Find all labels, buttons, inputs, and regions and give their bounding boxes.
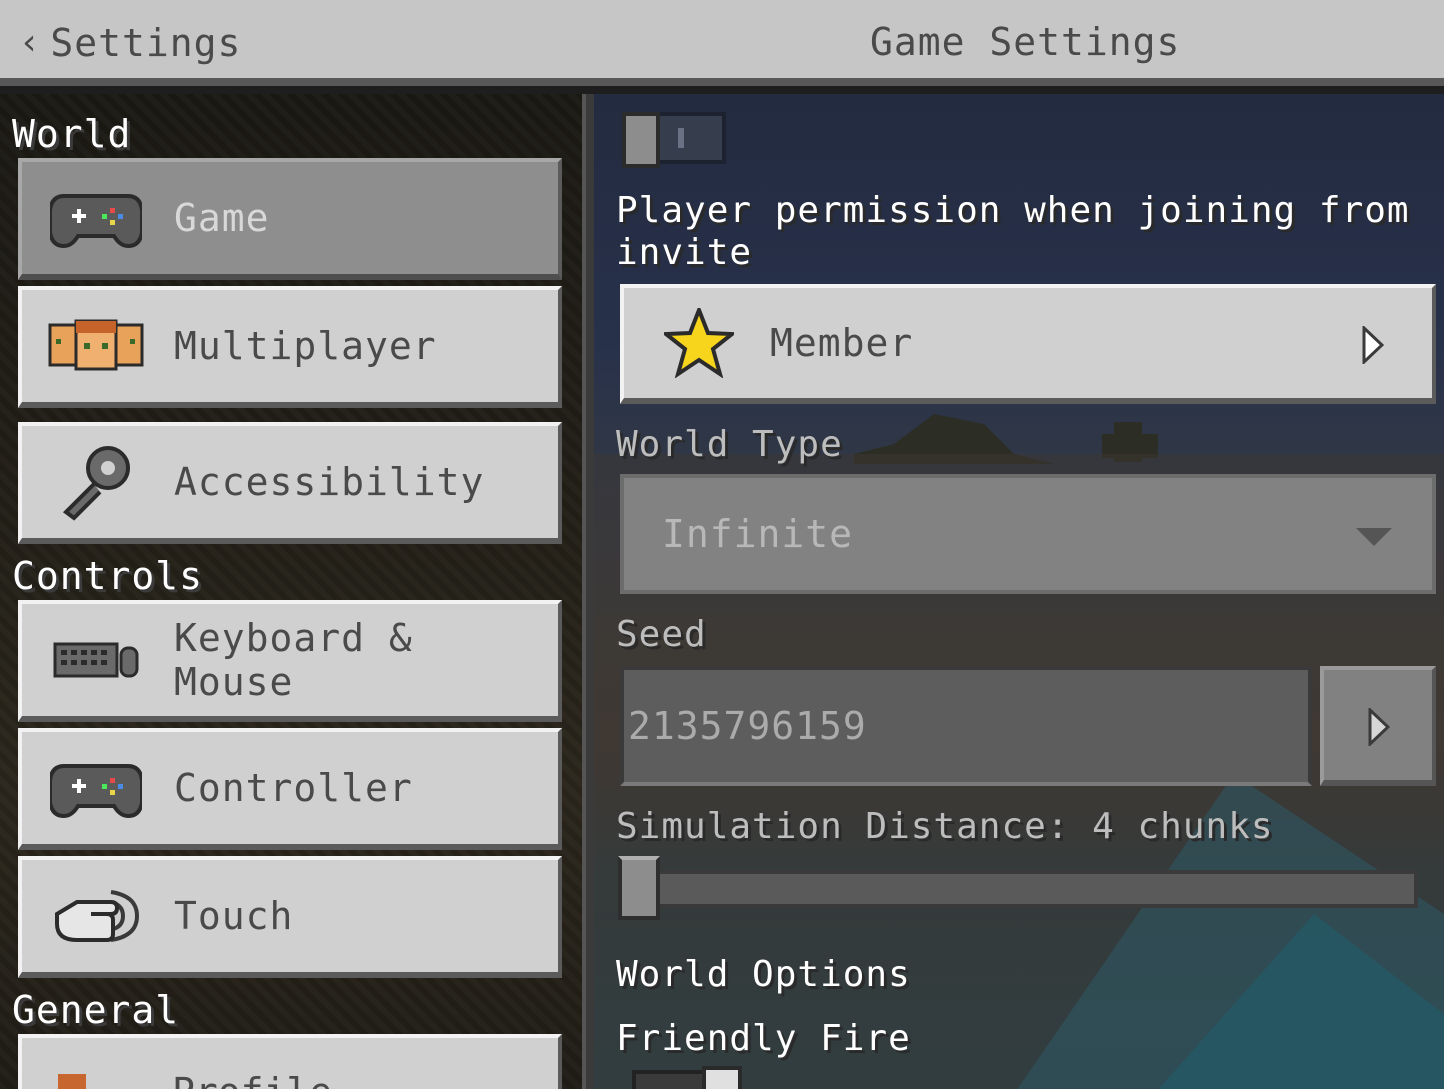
player-permission-button[interactable]: Member xyxy=(620,284,1436,404)
toggle-on-indicator xyxy=(678,128,684,148)
top-toggle[interactable] xyxy=(622,112,726,168)
sidebar-item-label: Profile xyxy=(172,1070,332,1089)
toggle-knob xyxy=(622,112,660,168)
sidebar-item-keyboard-mouse[interactable]: Keyboard & Mouse xyxy=(18,600,562,722)
sidebar-item-label: Keyboard & Mouse xyxy=(174,616,413,704)
world-type-dropdown[interactable]: Infinite xyxy=(620,474,1436,594)
panel-divider xyxy=(582,94,594,1089)
sidebar-item-label: Accessibility xyxy=(174,460,485,504)
section-title-general: General xyxy=(12,988,180,1032)
sidebar-item-label: Multiplayer xyxy=(174,324,437,368)
world-type-value: Infinite xyxy=(662,512,854,556)
sidebar-item-label: Game xyxy=(174,196,270,240)
players-icon xyxy=(48,308,144,384)
friendly-fire-label: Friendly Fire xyxy=(616,1018,911,1059)
chevron-right-icon xyxy=(1368,708,1390,746)
star-icon xyxy=(664,308,734,378)
world-options-heading: World Options xyxy=(616,954,911,995)
key-icon xyxy=(48,444,144,521)
simulation-distance-slider[interactable] xyxy=(624,870,1418,908)
player-permission-value: Member xyxy=(770,321,914,365)
toggle-knob xyxy=(702,1066,742,1089)
chevron-left-icon: ‹ xyxy=(22,22,37,63)
sidebar-item-label: Touch xyxy=(174,894,294,938)
page-title: Game Settings xyxy=(870,20,1181,64)
back-label: Settings xyxy=(50,21,242,65)
sidebar: World Game Multiplayer Accessibility Con… xyxy=(0,94,582,1089)
world-type-label: World Type xyxy=(616,424,843,465)
friendly-fire-toggle[interactable] xyxy=(632,1066,742,1089)
simulation-distance-label: Simulation Distance: 4 chunks xyxy=(616,806,1274,847)
sidebar-item-multiplayer[interactable]: Multiplayer xyxy=(18,286,562,408)
slider-handle[interactable] xyxy=(618,856,660,920)
sidebar-item-label: Controller xyxy=(174,766,413,810)
top-bar: ‹ Settings Game Settings xyxy=(0,0,1444,86)
sidebar-item-controller[interactable]: Controller xyxy=(18,728,562,850)
chevron-right-icon xyxy=(1362,326,1384,364)
player-permission-label: Player permission when joining from invi… xyxy=(616,190,1410,273)
gamepad-icon xyxy=(48,180,144,256)
sidebar-item-touch[interactable]: Touch xyxy=(18,856,562,978)
sidebar-item-game[interactable]: Game xyxy=(18,158,562,280)
sidebar-item-accessibility[interactable]: Accessibility xyxy=(18,422,562,544)
back-button[interactable]: ‹ Settings xyxy=(22,14,241,72)
seed-field[interactable]: 2135796159 xyxy=(620,666,1312,786)
section-title-world: World xyxy=(12,112,132,156)
seed-label: Seed xyxy=(616,614,707,655)
keyboard-mouse-icon xyxy=(48,622,144,698)
chevron-down-icon xyxy=(1356,528,1392,546)
seed-value: 2135796159 xyxy=(628,704,867,748)
seed-picker-button[interactable] xyxy=(1320,666,1436,786)
gamepad-icon xyxy=(48,750,144,826)
section-title-controls: Controls xyxy=(12,554,204,598)
touch-icon xyxy=(48,878,144,954)
sidebar-item-profile[interactable]: Profile xyxy=(18,1034,562,1089)
profile-icon xyxy=(58,1074,86,1089)
settings-content: Player permission when joining from invi… xyxy=(594,94,1444,1089)
